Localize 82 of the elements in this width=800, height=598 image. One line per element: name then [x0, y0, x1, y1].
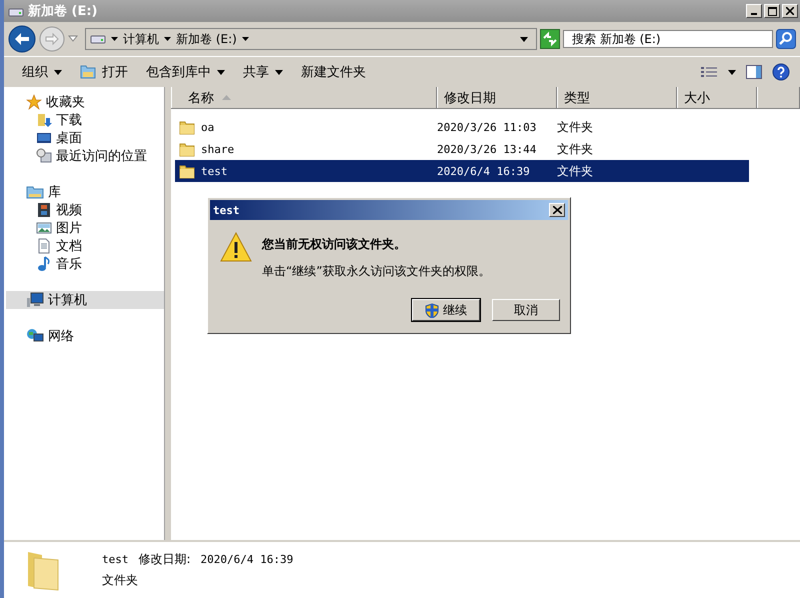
- modified-date: 2020/3/26 11:03: [437, 120, 536, 134]
- shield-icon: [425, 302, 439, 318]
- computer-icon: [26, 292, 44, 308]
- desktop-icon: [36, 130, 52, 146]
- document-icon: [36, 238, 52, 254]
- folder-icon: [179, 163, 195, 179]
- toolbar-button[interactable]: 共享: [239, 61, 287, 83]
- dialog-button[interactable]: 继续: [412, 299, 480, 321]
- file-type: 文件夹: [557, 140, 593, 158]
- file-name: test: [201, 164, 228, 178]
- file-name: share: [201, 142, 234, 156]
- modified-date: 2020/3/26 13:44: [437, 142, 536, 156]
- drive-icon: [90, 34, 106, 44]
- file-row[interactable]: oa 2020/3/26 11:03 文件夹: [175, 116, 749, 138]
- network-icon: [26, 328, 44, 344]
- column-header[interactable]: 修改日期: [437, 87, 557, 108]
- dropdown-caret-icon[interactable]: [520, 36, 528, 42]
- column-header[interactable]: 名称: [171, 87, 437, 108]
- maximize-button[interactable]: [764, 4, 780, 18]
- refresh-button[interactable]: [540, 29, 560, 49]
- window-title: 新加卷 (E:): [28, 2, 98, 20]
- sidebar-item[interactable]: 网络: [6, 327, 164, 345]
- toolbar-button[interactable]: 包含到库中: [142, 61, 229, 83]
- warning-icon: [220, 232, 252, 262]
- recent-places-icon: [36, 148, 52, 164]
- search-field[interactable]: 搜索 新加卷 (E:): [563, 30, 773, 48]
- dialog-button[interactable]: 取消: [492, 299, 560, 321]
- toolbar-button[interactable]: 组织: [18, 61, 66, 83]
- file-type: 文件夹: [557, 118, 593, 136]
- maximize-icon: [768, 6, 776, 16]
- film-icon: [36, 202, 52, 218]
- toolbar-button[interactable]: 打开: [76, 61, 132, 83]
- minimize-button[interactable]: [746, 4, 762, 18]
- caret-icon[interactable]: [111, 37, 118, 41]
- sidebar-item[interactable]: 视频: [6, 201, 164, 219]
- sidebar-item[interactable]: 下载: [6, 111, 164, 129]
- sidebar-item[interactable]: 收藏夹: [6, 93, 164, 111]
- close-icon: [552, 206, 562, 214]
- column-header[interactable]: 类型: [557, 87, 677, 108]
- file-row[interactable]: test 2020/6/4 16:39 文件夹: [175, 160, 749, 182]
- music-note-icon: [36, 256, 52, 272]
- preview-pane-icon[interactable]: [746, 65, 762, 79]
- back-button[interactable]: [8, 25, 36, 53]
- close-button[interactable]: [549, 203, 565, 217]
- caret-icon[interactable]: [728, 70, 736, 74]
- modified-date: 2020/6/4 16:39: [437, 164, 530, 178]
- folder-icon: [80, 65, 96, 79]
- file-name: oa: [201, 120, 214, 134]
- breadcrumb[interactable]: 计算机: [123, 30, 159, 48]
- file-row[interactable]: share 2020/3/26 13:44 文件夹: [175, 138, 749, 160]
- caret-icon[interactable]: [242, 37, 249, 41]
- column-header[interactable]: 大小: [677, 87, 757, 108]
- caret-icon[interactable]: [164, 37, 171, 41]
- star-icon: [26, 94, 42, 110]
- sidebar-item[interactable]: 桌面: [6, 129, 164, 147]
- folder-icon: [179, 119, 195, 135]
- dialog-heading: 您当前无权访问该文件夹。: [262, 236, 407, 253]
- download-folder-icon: [36, 112, 52, 128]
- close-button[interactable]: [782, 4, 798, 18]
- close-icon: [786, 7, 794, 15]
- help-icon[interactable]: [772, 63, 790, 81]
- search-icon[interactable]: [776, 29, 796, 49]
- file-type: 文件夹: [557, 162, 593, 180]
- file-type: 文件夹: [102, 572, 139, 589]
- picture-icon: [36, 220, 52, 236]
- address-bar[interactable]: 计算机 新加卷 (E:): [85, 28, 537, 50]
- toolbar-button[interactable]: 新建文件夹: [297, 61, 370, 83]
- sidebar-item[interactable]: 音乐: [6, 255, 164, 273]
- selected-file-name: test: [102, 553, 128, 566]
- dialog-message: 单击“继续”获取永久访问该文件夹的权限。: [262, 263, 490, 280]
- view-options-icon[interactable]: [700, 65, 718, 79]
- sidebar-item[interactable]: 计算机: [6, 291, 164, 309]
- modified-date-label: 修改日期:: [138, 551, 191, 568]
- dialog-title: test: [213, 204, 240, 216]
- folder-icon: [179, 141, 195, 157]
- sidebar-item[interactable]: 库: [6, 183, 164, 201]
- sidebar-item[interactable]: 最近访问的位置: [6, 147, 164, 165]
- modified-date: 2020/6/4 16:39: [200, 553, 294, 566]
- sidebar-item[interactable]: 图片: [6, 219, 164, 237]
- sidebar-item[interactable]: 文档: [6, 237, 164, 255]
- breadcrumb[interactable]: 新加卷 (E:): [176, 30, 237, 48]
- library-icon: [26, 184, 44, 200]
